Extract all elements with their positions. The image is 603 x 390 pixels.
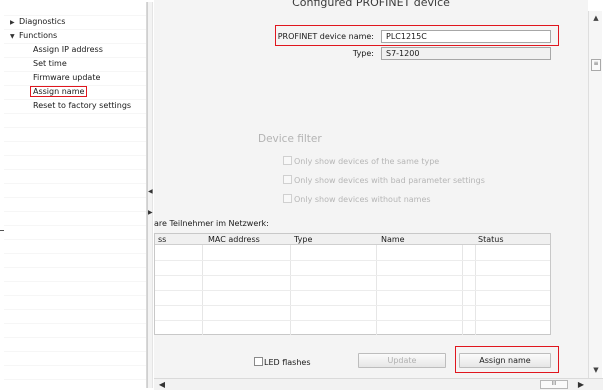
filter-without-names[interactable]: Only show devices without names xyxy=(283,194,431,206)
type-field: S7-1200 xyxy=(381,47,551,60)
column-header-status[interactable]: Status xyxy=(478,234,504,245)
assign-name-button[interactable]: Assign name xyxy=(459,353,551,368)
device-name-label: PROFINET device name: xyxy=(277,32,374,41)
row-divider xyxy=(155,290,550,291)
filter-same-type[interactable]: Only show devices of the same type xyxy=(283,156,439,168)
filter-without-names-checkbox[interactable] xyxy=(283,194,292,203)
column-header-name[interactable]: Name xyxy=(381,234,405,245)
column-header-address[interactable]: ss xyxy=(158,234,166,245)
network-devices-table[interactable]: ss MAC address Type Name Status xyxy=(154,233,551,335)
window-edge-divider xyxy=(0,230,4,231)
splitter-expand-icon[interactable]: ▶ xyxy=(148,209,153,216)
collapse-arrow-icon[interactable]: ▼ xyxy=(10,30,19,43)
tree-item-diagnostics[interactable]: ▶ Diagnostics xyxy=(10,15,65,28)
row-divider xyxy=(155,320,550,321)
tree-item-functions[interactable]: ▼ Functions xyxy=(10,29,57,42)
scroll-right-icon[interactable]: ▶ xyxy=(575,379,587,390)
scrollbar-thumb[interactable]: ≡ xyxy=(591,59,601,71)
section-title: Configured PROFINET device xyxy=(292,0,450,9)
horizontal-scrollbar-thumb[interactable]: III xyxy=(540,380,568,389)
row-divider xyxy=(155,305,550,306)
assign-name-window: ▶ Diagnostics ▼ Functions Assign IP addres… xyxy=(0,0,603,390)
tree-item-set-time[interactable]: Set time xyxy=(33,57,67,70)
splitter-collapse-icon[interactable]: ◀ xyxy=(148,188,153,195)
tree-item-assign-name[interactable]: Assign name xyxy=(30,85,88,98)
device-filter-title: Device filter xyxy=(258,133,322,145)
column-header-mac[interactable]: MAC address xyxy=(208,234,260,245)
update-button[interactable]: Update xyxy=(358,353,446,368)
led-flashes-option[interactable]: LED flashes xyxy=(254,357,310,367)
column-header-type[interactable]: Type xyxy=(294,234,312,245)
row-divider xyxy=(155,275,550,276)
led-flashes-checkbox[interactable] xyxy=(254,357,263,366)
table-header: ss MAC address Type Name Status xyxy=(155,234,550,245)
device-name-field[interactable]: PLC1215C xyxy=(381,30,551,43)
horizontal-scrollbar[interactable]: ◀ III ▶ xyxy=(154,378,603,390)
scroll-left-icon[interactable]: ◀ xyxy=(156,379,168,390)
filter-bad-params[interactable]: Only show devices with bad parameter set… xyxy=(283,175,485,187)
scroll-up-icon[interactable]: ▲ xyxy=(590,12,602,24)
network-devices-label: are Teilnehmer im Netzwerk: xyxy=(154,219,269,228)
tree-item-firmware-update[interactable]: Firmware update xyxy=(33,71,100,84)
assign-name-panel: Configured PROFINET device PROFINET devi… xyxy=(154,0,588,378)
navigation-tree: ▶ Diagnostics ▼ Functions Assign IP addres… xyxy=(4,2,147,388)
scroll-down-icon[interactable]: ▼ xyxy=(590,364,602,376)
filter-bad-params-checkbox[interactable] xyxy=(283,175,292,184)
expand-arrow-icon[interactable]: ▶ xyxy=(10,16,19,29)
type-label: Type: xyxy=(352,49,374,58)
tree-item-reset-to-factory-settings[interactable]: Reset to factory settings xyxy=(33,99,131,112)
vertical-scrollbar[interactable]: ▲ ≡ ▼ xyxy=(588,11,602,378)
filter-same-type-checkbox[interactable] xyxy=(283,156,292,165)
row-divider xyxy=(155,260,550,261)
tree-item-assign-ip-address[interactable]: Assign IP address xyxy=(33,43,103,56)
panel-splitter[interactable]: ◀ ▶ xyxy=(147,2,153,388)
